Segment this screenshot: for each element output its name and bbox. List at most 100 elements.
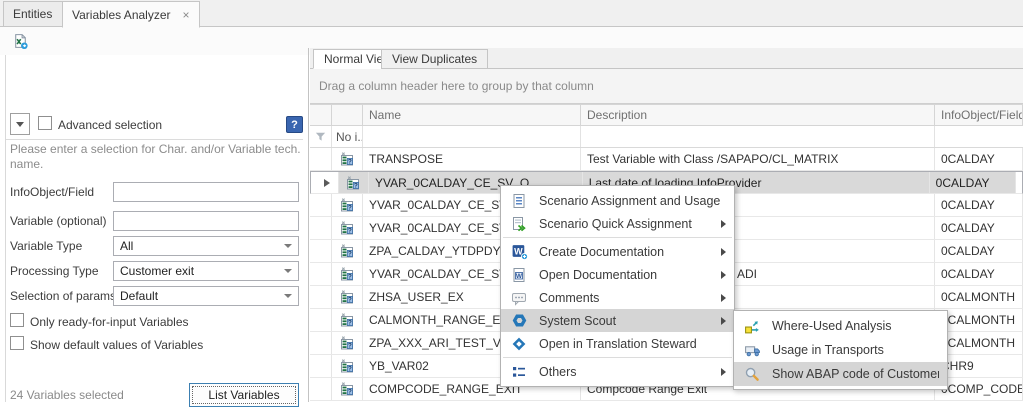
table-row[interactable]: ?TRANSPOSETest Variable with Class /SAPA…	[310, 148, 1023, 171]
show-default-values-checkbox[interactable]	[10, 336, 24, 350]
column-header-description[interactable]: Description	[581, 105, 935, 125]
variable-icon: ?	[339, 289, 355, 305]
others-icon	[509, 363, 529, 381]
row-icon-cell: ?	[332, 240, 363, 262]
variable-icon: ?	[339, 197, 355, 213]
filter-icon[interactable]	[310, 126, 332, 147]
submenu-arrow-icon	[721, 248, 726, 256]
menu-item-label: Others	[539, 365, 721, 379]
cell-infoobject: 0CALDAY	[935, 194, 1023, 216]
cell-name: TRANSPOSE	[363, 148, 581, 170]
submenu-arrow-icon	[721, 317, 726, 325]
selection-params-value: Default	[120, 289, 158, 303]
column-header-name[interactable]: Name	[363, 105, 581, 125]
menu-item-label: Comments	[539, 291, 721, 305]
menu-item-open-documentation[interactable]: W Open Documentation	[501, 263, 734, 286]
submenu-item-label: Where-Used Analysis	[772, 319, 939, 333]
create-documentation-icon: W	[509, 243, 529, 261]
open-documentation-icon: W	[509, 266, 529, 284]
cell-infoobject: 0CALDAY	[935, 148, 1023, 170]
filter-description-cell[interactable]	[581, 126, 935, 147]
scenario-assignment-icon	[509, 192, 529, 210]
variable-type-value: All	[120, 239, 133, 253]
row-indicator	[310, 378, 332, 400]
submenu-item-show-abap-code-of-customer-exit[interactable]: Show ABAP code of Customer Exit	[734, 362, 947, 386]
menu-item-create-documentation[interactable]: W Create Documentation	[501, 240, 734, 263]
variable-type-select[interactable]: All	[113, 236, 299, 256]
processing-type-select[interactable]: Customer exit	[113, 261, 299, 281]
cell-infoobject: 0CALMONTH	[935, 309, 1023, 331]
excel-export-icon[interactable]	[12, 33, 29, 50]
svg-text:?: ?	[348, 297, 352, 304]
variable-icon: ?	[339, 335, 355, 351]
menu-item-label: Open Documentation	[539, 268, 721, 282]
svg-text:?: ?	[348, 343, 352, 350]
menu-item-label: Create Documentation	[539, 245, 721, 259]
cell-infoobject: 0COMP_CODE	[935, 378, 1023, 400]
row-icon-cell: ?	[332, 332, 363, 354]
filter-name-cell[interactable]	[363, 126, 581, 147]
menu-item-label: Open in Translation Steward	[539, 337, 726, 351]
panel-splitter[interactable]	[308, 48, 309, 402]
cell-infoobject: 0CALDAY	[930, 172, 1016, 193]
row-icon-cell: ?	[332, 194, 363, 216]
cell-infoobject: CHR9	[935, 355, 1023, 377]
comments-icon	[509, 289, 529, 307]
menu-item-scenario-assignment-and-usage[interactable]: Scenario Assignment and Usage	[501, 189, 734, 212]
selection-params-select[interactable]: Default	[113, 286, 299, 306]
group-by-hint: Drag a column header here to group by th…	[319, 79, 594, 93]
close-icon[interactable]: ×	[183, 9, 190, 21]
where-used-icon	[742, 317, 762, 335]
menu-item-system-scout[interactable]: System Scout	[501, 309, 734, 332]
tab-entities-label: Entities	[13, 7, 52, 21]
cell-infoobject: 0CALMONTH	[935, 286, 1023, 308]
row-icon-cell: ?	[332, 378, 363, 400]
processing-type-label: Processing Type	[10, 264, 99, 278]
svg-text:?: ?	[348, 159, 352, 166]
show-default-values-label: Show default values of Variables	[30, 338, 203, 352]
grid-filter-row[interactable]: No i...	[310, 126, 1023, 148]
help-icon[interactable]: ?	[286, 116, 303, 133]
processing-type-value: Customer exit	[120, 264, 194, 278]
tab-variables-analyzer[interactable]: Variables Analyzer ×	[62, 1, 200, 28]
list-variables-button[interactable]: List Variables	[189, 383, 299, 407]
tab-view-duplicates[interactable]: View Duplicates	[381, 49, 488, 69]
menu-item-comments[interactable]: Comments	[501, 286, 734, 309]
selection-dropdown-button[interactable]	[10, 113, 30, 135]
variable-type-label: Variable Type	[10, 239, 82, 253]
svg-text:?: ?	[348, 320, 352, 327]
header-icon-col	[332, 105, 363, 125]
svg-text:?: ?	[348, 274, 352, 281]
submenu-item-where-used-analysis[interactable]: Where-Used Analysis	[734, 314, 947, 338]
row-indicator	[310, 148, 332, 170]
row-indicator	[310, 355, 332, 377]
submenu-item-usage-in-transports[interactable]: Usage in Transports	[734, 338, 947, 362]
group-by-bar[interactable]: Drag a column header here to group by th…	[310, 69, 1023, 104]
filter-infoobject-cell[interactable]	[935, 126, 1023, 147]
variable-optional-input[interactable]	[113, 211, 299, 231]
submenu-item-label: Show ABAP code of Customer Exit	[772, 367, 939, 381]
svg-text:?: ?	[348, 389, 352, 396]
variable-optional-label: Variable (optional)	[10, 214, 107, 228]
variable-icon: ?	[345, 175, 361, 191]
chevron-down-icon	[284, 294, 292, 298]
row-indicator	[310, 286, 332, 308]
context-menu: Scenario Assignment and UsageScenario Qu…	[500, 185, 735, 387]
panel-border	[5, 55, 6, 402]
row-indicator	[310, 332, 332, 354]
advanced-selection-checkbox[interactable]	[38, 116, 52, 130]
column-header-infoobject[interactable]: InfoObject/Field	[935, 105, 1023, 125]
menu-item-others[interactable]: Others	[501, 360, 734, 383]
focus-rect	[192, 386, 296, 404]
filter-text[interactable]: No i...	[332, 126, 363, 147]
variable-icon: ?	[339, 381, 355, 397]
row-indicator	[317, 172, 339, 193]
cell-infoobject: 0CALDAY	[935, 240, 1023, 262]
menu-item-scenario-quick-assignment[interactable]: Scenario Quick Assignment	[501, 212, 734, 235]
infoobject-field-input[interactable]	[113, 182, 299, 202]
row-indicator	[310, 240, 332, 262]
ready-for-input-checkbox[interactable]	[10, 313, 24, 327]
menu-item-open-in-translation-steward[interactable]: Open in Translation Steward	[501, 332, 734, 355]
header-indicator	[310, 105, 332, 125]
submenu-item-label: Usage in Transports	[772, 343, 939, 357]
